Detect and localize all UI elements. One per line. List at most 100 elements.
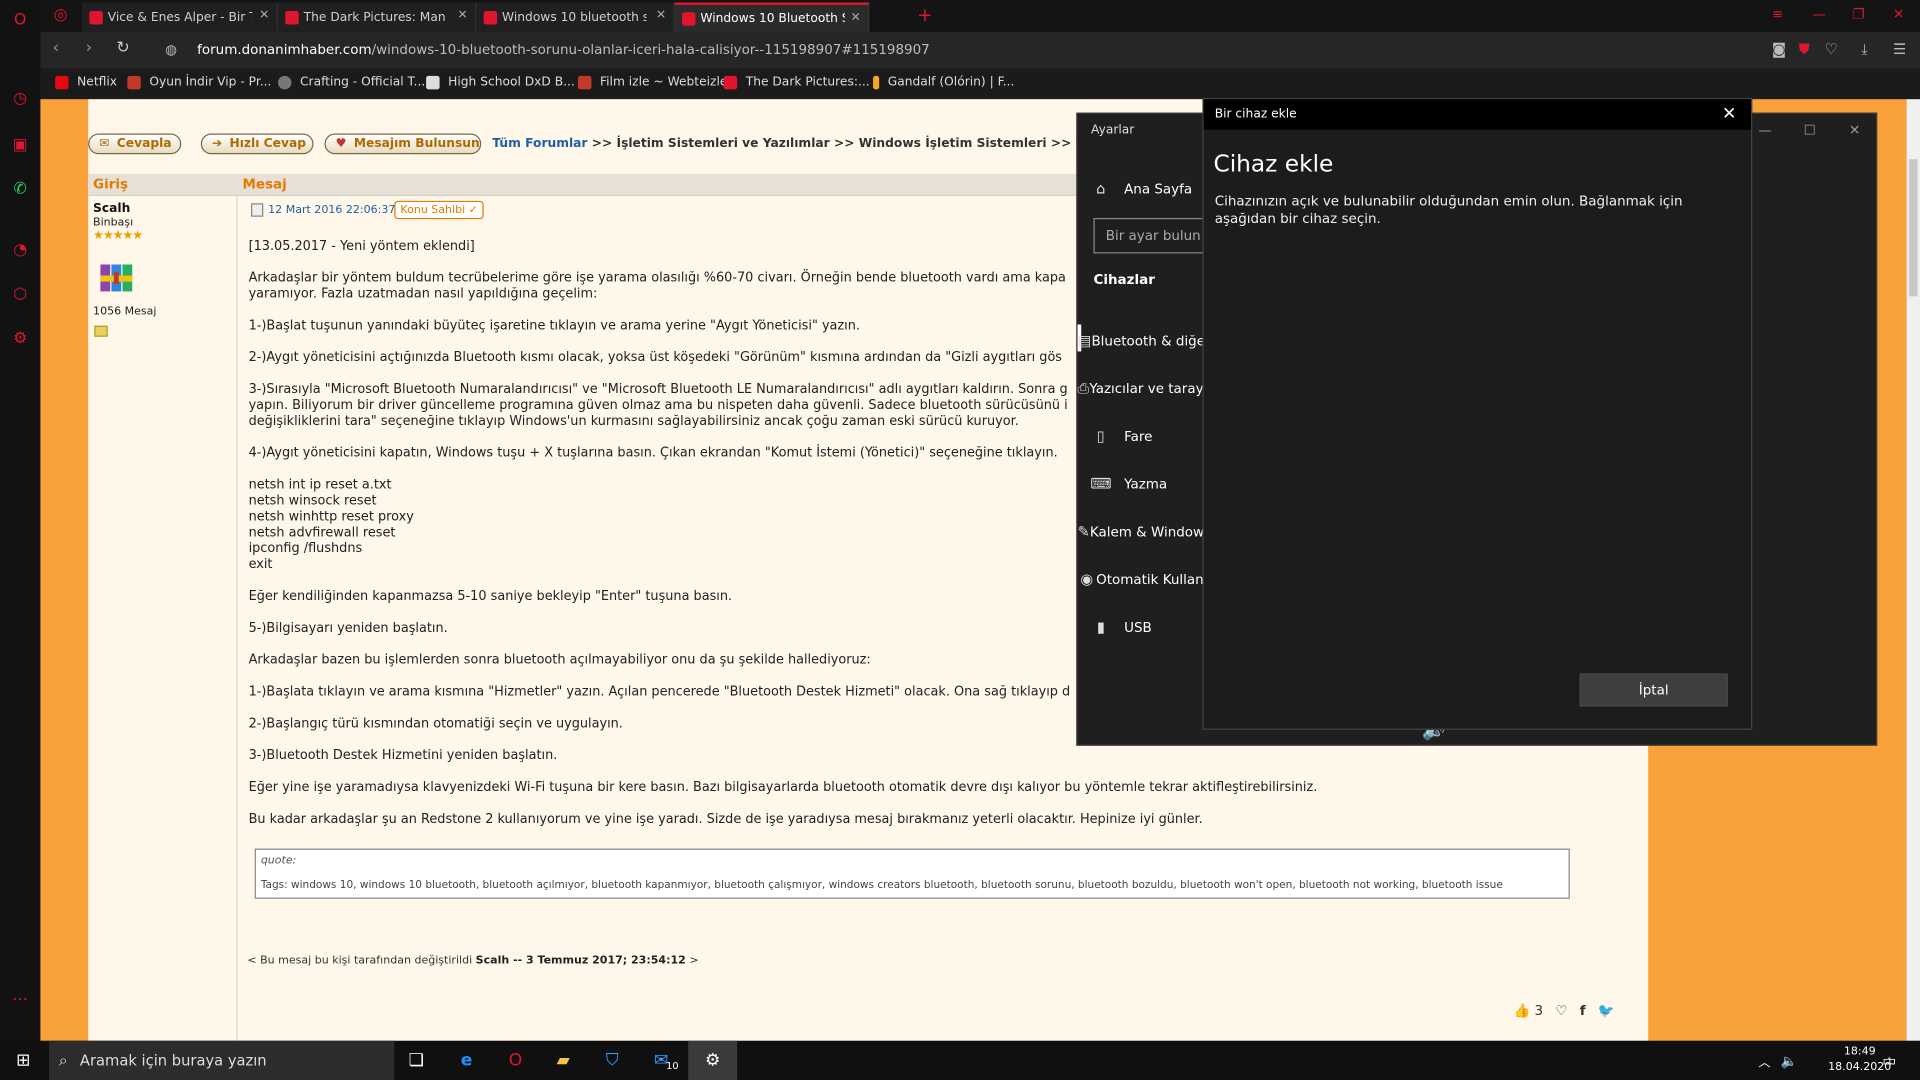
cancel-button[interactable]: İptal — [1579, 673, 1728, 707]
settings-gear-icon[interactable]: ⚙ — [10, 328, 31, 349]
settings-nav-pen[interactable]: ✎Kalem & Windows Ink — [1078, 513, 1204, 550]
settings-nav-mouse[interactable]: ▯ Fare — [1078, 418, 1204, 455]
dh-icon — [682, 11, 696, 26]
snapshot-icon[interactable]: ◙ — [1772, 40, 1786, 57]
favorite-heart-icon[interactable]: ♡ — [1555, 1003, 1567, 1019]
pm-icon[interactable] — [94, 325, 108, 337]
whatsapp-icon[interactable]: ✆ — [10, 179, 31, 200]
minimize-icon[interactable]: — — [1812, 6, 1825, 22]
opera-logo-icon[interactable]: O — [10, 10, 31, 31]
facebook-icon[interactable]: f — [1580, 1003, 1586, 1019]
settings-taskbar-icon[interactable]: ⚙ — [688, 1040, 738, 1080]
dialog-close-icon[interactable]: ✕ — [1722, 104, 1736, 124]
devices-icon: ▤ — [1077, 331, 1092, 349]
notifications-icon[interactable]: ▭ 1 — [1877, 1048, 1901, 1072]
tab-bar: ◎ Vice & Enes Alper - Bir Tütü✕ The Dark… — [40, 0, 1920, 32]
bookmark-dark-pictures[interactable]: The Dark Pictures:... — [723, 75, 870, 90]
extensions-icon[interactable]: ⬡ — [10, 284, 31, 305]
netflix-icon — [55, 75, 69, 90]
printer-icon: ⎙ — [1077, 378, 1090, 397]
store-icon[interactable]: ⛉ — [600, 1048, 624, 1072]
autoplay-icon: ◉ — [1080, 570, 1094, 588]
url-field[interactable]: forum.donanimhaber.com/windows-10-blueto… — [197, 42, 930, 58]
edge-icon[interactable]: e — [454, 1048, 478, 1072]
settings-title: Ayarlar — [1091, 123, 1135, 138]
dh-icon — [723, 75, 738, 90]
bookmark-gandalf[interactable]: Gandalf (Olórin) | F... — [873, 75, 1014, 90]
tags-line: Tags: windows 10, windows 10 bluetooth, … — [260, 879, 1503, 892]
arrow-right-icon: ➔ — [211, 137, 223, 151]
tab-2[interactable]: The Dark Pictures: Man of M✕ — [277, 2, 477, 32]
settings-home[interactable]: ⌂ Ana Sayfa — [1078, 170, 1204, 207]
new-tab-icon[interactable]: + — [917, 4, 932, 26]
bookmark-crafting[interactable]: Crafting - Official T... — [277, 75, 425, 90]
mouse-icon: ▯ — [1096, 427, 1105, 445]
settings-search-input[interactable]: Bir ayar bulun — [1093, 217, 1204, 254]
close-tab-icon[interactable]: ✕ — [851, 11, 861, 24]
opera-sidebar: O ◷ ▣ ✆ ◔ ⬡ ⚙ ⋯ — [0, 0, 41, 1041]
file-explorer-icon[interactable]: ▰ — [551, 1048, 575, 1072]
pen-icon: ✎ — [1077, 522, 1090, 541]
tab-menu-icon[interactable]: ≡ — [1772, 6, 1783, 22]
search-icon: ⌕ — [58, 1051, 68, 1070]
more-icon[interactable]: ⋯ — [10, 989, 31, 1010]
reload-icon[interactable]: ↻ — [116, 39, 129, 57]
close-tab-icon[interactable]: ✕ — [457, 9, 467, 22]
opera-icon[interactable]: O — [503, 1048, 527, 1072]
settings-section-title: Cihazlar — [1093, 271, 1155, 288]
close-window-icon[interactable]: ✕ — [1893, 6, 1904, 22]
bookmark-film-izle[interactable]: Film izle ~ Webteizle — [577, 75, 727, 90]
task-view-icon[interactable]: ❏ — [404, 1048, 428, 1072]
settings-nav-printers[interactable]: ⎙Yazıcılar ve tarayıcılar — [1078, 370, 1204, 407]
mail-icon[interactable]: ✉ 10 — [649, 1048, 679, 1072]
like-button[interactable]: 👍 3 — [1513, 1003, 1543, 1019]
easy-setup-icon[interactable]: ☰ — [1893, 40, 1906, 57]
post-actions: 👍 3 ♡ f 🐦 — [1513, 1003, 1614, 1019]
history-icon[interactable]: ◔ — [10, 240, 31, 261]
back-icon[interactable]: ‹ — [53, 39, 59, 57]
download-icon[interactable]: ⤓ — [1861, 40, 1868, 58]
tray-chevron-up-icon[interactable]: ︿ — [1752, 1048, 1776, 1072]
restore-icon[interactable]: ❐ — [1853, 6, 1865, 22]
tab-4-active[interactable]: Windows 10 Bluetooth Son✕ — [674, 2, 870, 32]
calendar-icon — [251, 203, 264, 217]
settings-nav-bluetooth[interactable]: ▤Bluetooth & diğer cihazlar — [1078, 322, 1204, 359]
windows-start-icon[interactable]: ⊞ — [11, 1048, 35, 1072]
taskbar-search-input[interactable]: ⌕ Aramak için buraya yazın — [48, 1040, 395, 1080]
bookmark-oyun-indir[interactable]: Oyun İndir Vip - Pr... — [127, 75, 271, 90]
twitter-icon[interactable]: 🐦 — [1598, 1003, 1615, 1019]
scrollbar-thumb[interactable] — [1908, 159, 1918, 297]
post-paragraph: 3-)Bluetooth Destek Hizmetini yeniden ba… — [248, 748, 558, 763]
gamepad-icon[interactable]: ◎ — [50, 5, 71, 26]
author-name[interactable]: Scalh — [93, 202, 130, 215]
bookmarks-bar: Netflix Oyun İndir Vip - Pr... Crafting … — [40, 68, 1920, 100]
reply-button[interactable]: ✉ Cevapla — [88, 133, 182, 155]
quick-reply-button[interactable]: ➔ Hızlı Cevap — [200, 133, 314, 155]
heart-icon[interactable]: ♡ — [1824, 40, 1837, 57]
settings-nav-typing[interactable]: ⌨ Yazma — [1078, 465, 1204, 502]
close-tab-icon[interactable]: ✕ — [656, 9, 666, 22]
settings-close-icon[interactable]: ✕ — [1849, 122, 1860, 138]
column-message: Mesaj — [242, 176, 287, 193]
tray-volume-icon[interactable]: 🔈 — [1777, 1048, 1801, 1072]
twitch-icon[interactable]: ▣ — [10, 135, 31, 156]
forward-icon[interactable]: › — [86, 39, 92, 57]
bookmark-high-school-dxd[interactable]: High School DxD B... — [426, 75, 575, 90]
settings-nav-usb[interactable]: ▮ USB — [1078, 609, 1204, 646]
settings-maximize-icon[interactable]: ☐ — [1804, 122, 1816, 138]
quote-label: quote: — [260, 854, 297, 867]
quote-box: quote: Tags: windows 10, windows 10 blue… — [254, 848, 1570, 899]
bookmark-netflix[interactable]: Netflix — [55, 75, 117, 90]
close-tab-icon[interactable]: ✕ — [259, 9, 269, 22]
globe-icon: ◍ — [165, 41, 178, 58]
tab-1[interactable]: Vice & Enes Alper - Bir Tütü✕ — [82, 2, 278, 32]
settings-nav-autoplay[interactable]: ◉ Otomatik Kullan — [1078, 561, 1203, 598]
adblock-shield-icon[interactable]: ⛊ — [1799, 40, 1810, 58]
tab-3[interactable]: Windows 10 bluetooth son✕ — [476, 2, 675, 32]
thumbs-up-icon: 👍 — [1513, 1002, 1531, 1019]
breadcrumb-all-forums[interactable]: Tüm Forumlar — [492, 137, 587, 150]
breadcrumb: Tüm Forumlar >> İşletim Sistemleri ve Ya… — [492, 137, 1138, 151]
follow-message-button[interactable]: ♥ Mesajım Bulunsun — [324, 133, 482, 155]
settings-minimize-icon[interactable]: — — [1758, 122, 1771, 138]
speed-dial-icon[interactable]: ◷ — [10, 88, 31, 109]
